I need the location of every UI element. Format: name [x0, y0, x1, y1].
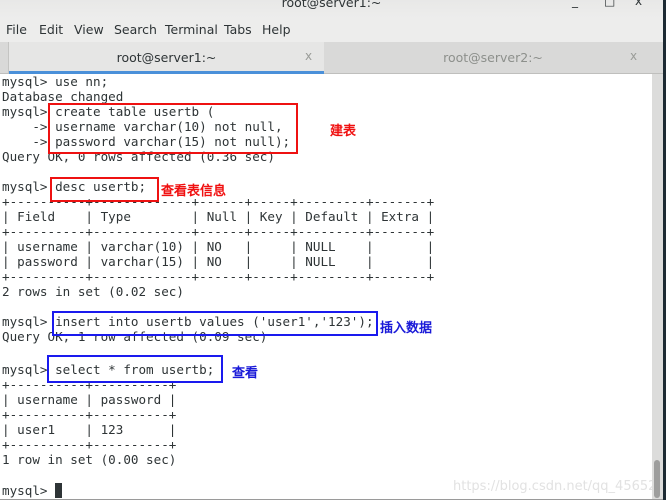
- terminal-line: mysql> use nn;: [2, 74, 109, 89]
- menu-file[interactable]: File: [6, 22, 27, 37]
- terminal-output[interactable]: mysql> use nn; Database changed mysql> c…: [0, 74, 652, 500]
- menu-help[interactable]: Help: [262, 22, 291, 37]
- annotation-select: 查看: [232, 366, 259, 381]
- window-titlebar: root@server1:~ _ □ x: [0, 0, 663, 18]
- terminal-line: | Field | Type | Null | Key | Default | …: [2, 209, 435, 224]
- highlight-box-insert: [52, 311, 378, 336]
- terminal-line: Database changed: [2, 89, 124, 104]
- tab-label: root@server1:~: [116, 50, 217, 65]
- highlight-box-create-table: [48, 103, 298, 154]
- terminal-line: | password | varchar(15) | NO | | NULL |…: [2, 254, 435, 269]
- annotation-insert: 插入数据: [380, 321, 433, 336]
- scrollbar-thumb[interactable]: [654, 460, 660, 498]
- tab-close-icon[interactable]: x: [630, 49, 637, 63]
- minimize-button[interactable]: _: [572, 0, 578, 8]
- highlight-box-desc: [50, 177, 159, 202]
- terminal-line: +----------+-------------+------+-----+-…: [2, 224, 435, 239]
- terminal-line: | username | varchar(10) | NO | | NULL |…: [2, 239, 435, 254]
- highlight-box-select: [47, 355, 223, 383]
- tab-server1[interactable]: root@server1:~ x: [8, 42, 325, 74]
- terminal-scrollbar[interactable]: [652, 74, 663, 500]
- menu-edit[interactable]: Edit: [39, 22, 63, 37]
- window-title: root@server1:~: [281, 0, 382, 10]
- tab-close-icon[interactable]: x: [305, 49, 312, 63]
- terminal-prompt: mysql>: [2, 483, 56, 498]
- terminal-line: +----------+----------+: [2, 407, 177, 422]
- terminal-line: 2 rows in set (0.02 sec): [2, 284, 184, 299]
- terminal-line: | username | password |: [2, 392, 177, 407]
- menubar: File Edit View Search Terminal Tabs Help: [0, 18, 663, 43]
- terminal-line: | user1 | 123 |: [2, 422, 177, 437]
- tab-strip: root@server1:~ x root@server2:~ x: [0, 42, 663, 74]
- menu-terminal[interactable]: Terminal: [165, 22, 218, 37]
- tab-server2[interactable]: root@server2:~ x: [324, 42, 662, 73]
- terminal-line: 1 row in set (0.00 sec): [2, 452, 177, 467]
- menu-tabs[interactable]: Tabs: [224, 22, 252, 37]
- annotation-create-table: 建表: [330, 124, 357, 139]
- close-window-button[interactable]: x: [635, 0, 642, 8]
- terminal-cursor: [55, 483, 62, 498]
- maximize-button[interactable]: □: [604, 0, 615, 8]
- tab-label: root@server2:~: [443, 50, 543, 65]
- watermark: https://blog.csdn.net/qq_45652989: [453, 479, 666, 494]
- terminal-line: +----------+----------+: [2, 437, 177, 452]
- menu-view[interactable]: View: [74, 22, 104, 37]
- terminal-line: +----------+-------------+------+-----+-…: [2, 269, 435, 284]
- annotation-desc: 查看表信息: [161, 184, 227, 199]
- menu-search[interactable]: Search: [114, 22, 157, 37]
